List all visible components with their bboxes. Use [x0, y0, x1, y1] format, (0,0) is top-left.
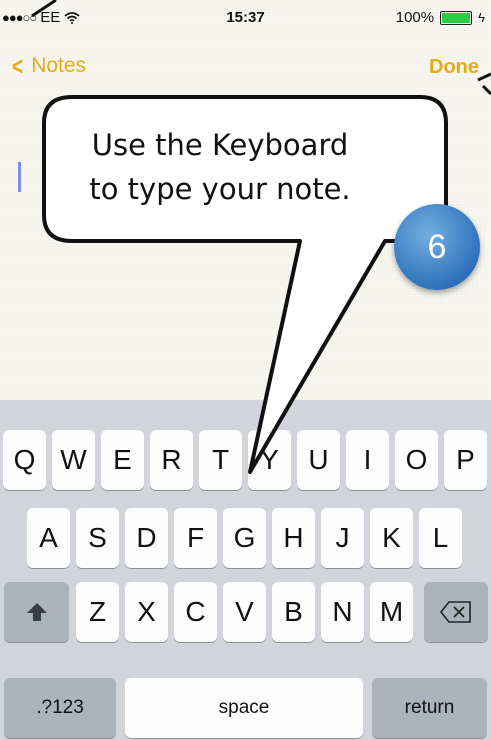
callout-line-1: Use the Keyboard [91, 128, 349, 162]
step-number-badge: 6 [394, 204, 480, 290]
callout-line-2: to type your note. [89, 172, 351, 206]
callout-overlay [31, 0, 491, 474]
callout-text: Use the Keyboard to type your note. [55, 123, 385, 211]
